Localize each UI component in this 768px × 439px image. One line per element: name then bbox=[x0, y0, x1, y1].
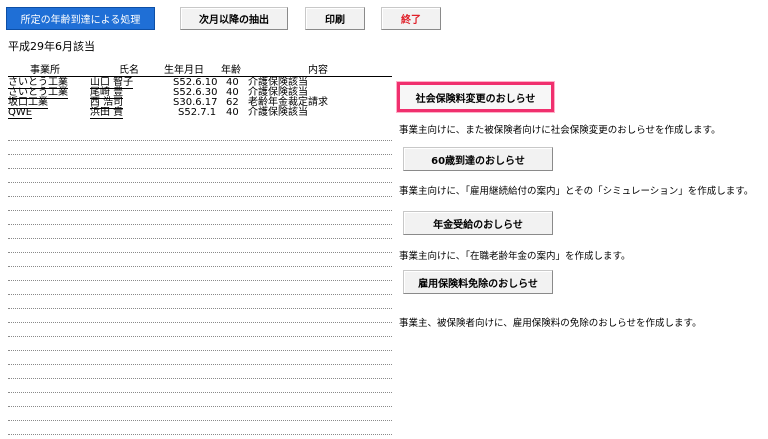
empty-row-line bbox=[8, 350, 392, 351]
pension-receipt-notice-button[interactable]: 年金受給のおしらせ bbox=[403, 211, 553, 235]
empty-row-line bbox=[8, 392, 392, 393]
empty-row-line bbox=[8, 266, 392, 267]
social-insurance-change-description: 事業主向けに、また被保険者向けに社会保険変更のおしらせを作成します。 bbox=[399, 125, 721, 136]
cell-age: 40 bbox=[226, 107, 239, 118]
cell-content: 介護保険該当 bbox=[248, 107, 308, 118]
table-header: 事業所 氏名 生年月日 年齢 内容 bbox=[8, 66, 392, 76]
empty-row-line bbox=[8, 420, 392, 421]
header-content: 内容 bbox=[308, 65, 328, 76]
cell-birthdate: S52.7.1 bbox=[178, 107, 217, 118]
empty-row-line bbox=[8, 406, 392, 407]
empty-row-line bbox=[8, 308, 392, 309]
header-age: 年齢 bbox=[221, 65, 241, 76]
header-office: 事業所 bbox=[30, 65, 60, 76]
employment-insurance-exemption-description: 事業主、被保険者向けに、雇用保険料の免除のおしらせを作成します。 bbox=[399, 318, 702, 329]
empty-row-line bbox=[8, 210, 392, 211]
social-insurance-change-notice-button[interactable]: 社会保険料変更のおしらせ bbox=[397, 82, 554, 112]
table-row[interactable]: QWE 浜田 貴 S52.7.1 40 介護保険該当 bbox=[8, 107, 392, 119]
empty-row-line bbox=[8, 224, 392, 225]
cell-name: 浜田 貴 bbox=[90, 107, 124, 119]
empty-row-line bbox=[8, 322, 392, 323]
empty-row-line bbox=[8, 336, 392, 337]
empty-row-line bbox=[8, 154, 392, 155]
header-name: 氏名 bbox=[119, 65, 139, 76]
exit-button[interactable]: 終了 bbox=[381, 7, 441, 30]
print-button[interactable]: 印刷 bbox=[305, 7, 365, 30]
empty-row-line bbox=[8, 364, 392, 365]
header-birthdate: 生年月日 bbox=[164, 65, 204, 76]
pension-receipt-description: 事業主向けに、「在職老齢年金の案内」を作成します。 bbox=[399, 251, 631, 262]
empty-row-line bbox=[8, 182, 392, 183]
empty-row-line bbox=[8, 140, 392, 141]
next-month-extract-button[interactable]: 次月以降の抽出 bbox=[180, 7, 288, 30]
period-label: 平成29年6月該当 bbox=[8, 40, 95, 53]
age60-notice-button[interactable]: 60歳到達のおしらせ bbox=[403, 147, 553, 171]
target-employee-table: 事業所 氏名 生年月日 年齢 内容 さいとう工業 山口 智子 S52.6.10 … bbox=[8, 66, 392, 119]
cell-office: QWE bbox=[8, 107, 33, 119]
empty-row-line bbox=[8, 280, 392, 281]
empty-row-line bbox=[8, 168, 392, 169]
empty-row-line bbox=[8, 378, 392, 379]
empty-row-line bbox=[8, 434, 392, 435]
employment-insurance-exemption-notice-button[interactable]: 雇用保険料免除のおしらせ bbox=[403, 270, 553, 294]
age-processing-tab[interactable]: 所定の年齢到達による処理 bbox=[6, 7, 155, 30]
empty-row-line bbox=[8, 252, 392, 253]
empty-row-line bbox=[8, 196, 392, 197]
age60-notice-description: 事業主向けに、「雇用継続給付の案内」とその「シミュレーション」を作成します。 bbox=[399, 186, 754, 197]
empty-row-line bbox=[8, 238, 392, 239]
empty-row-line bbox=[8, 294, 392, 295]
